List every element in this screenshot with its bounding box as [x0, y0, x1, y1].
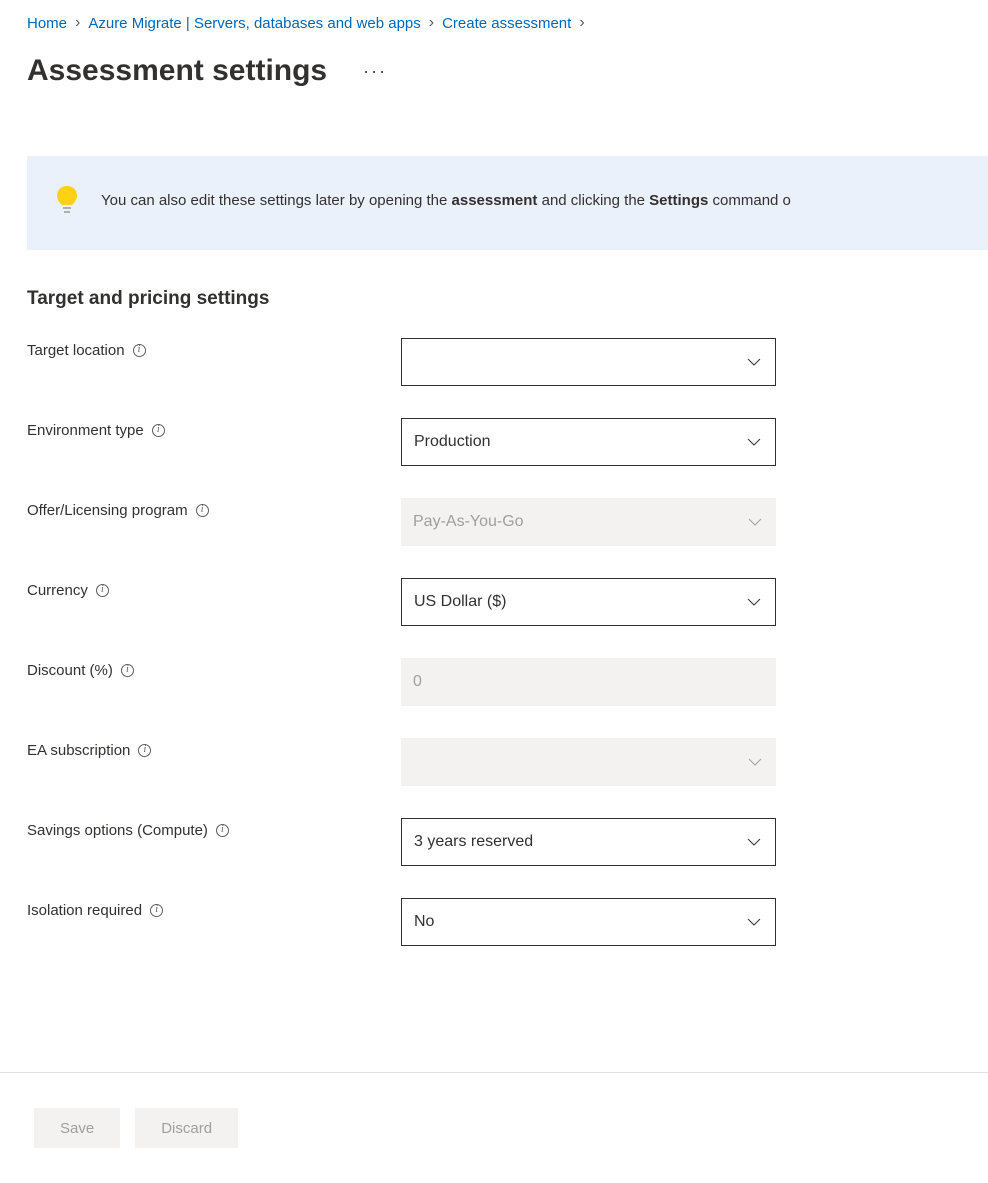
- chevron-down-icon: [747, 593, 761, 611]
- label-ea-subscription: EA subscription: [27, 742, 130, 759]
- field-target-location: Target location i: [27, 338, 988, 386]
- breadcrumb-azure-migrate[interactable]: Azure Migrate | Servers, databases and w…: [88, 15, 420, 32]
- dropdown-isolation-required[interactable]: No: [401, 898, 776, 946]
- more-menu-icon[interactable]: ···: [363, 61, 387, 82]
- discard-button[interactable]: Discard: [135, 1108, 238, 1148]
- chevron-down-icon: [747, 433, 761, 451]
- chevron-right-icon: ›: [579, 14, 584, 32]
- breadcrumb: Home › Azure Migrate | Servers, database…: [0, 0, 988, 44]
- label-currency: Currency: [27, 582, 88, 599]
- info-banner: You can also edit these settings later b…: [27, 156, 988, 250]
- field-environment-type: Environment type i Production: [27, 418, 988, 466]
- chevron-down-icon: [748, 753, 762, 771]
- banner-text: You can also edit these settings later b…: [101, 192, 791, 209]
- info-icon[interactable]: i: [121, 664, 134, 677]
- dropdown-offer-licensing: Pay-As-You-Go: [401, 498, 776, 546]
- info-icon[interactable]: i: [138, 744, 151, 757]
- dropdown-target-location[interactable]: [401, 338, 776, 386]
- chevron-down-icon: [748, 513, 762, 531]
- info-icon[interactable]: i: [133, 344, 146, 357]
- info-icon[interactable]: i: [96, 584, 109, 597]
- lightbulb-icon: [55, 184, 79, 216]
- label-environment-type: Environment type: [27, 422, 144, 439]
- field-isolation-required: Isolation required i No: [27, 898, 988, 946]
- input-discount: 0: [401, 658, 776, 706]
- label-target-location: Target location: [27, 342, 125, 359]
- label-discount: Discount (%): [27, 662, 113, 679]
- label-isolation-required: Isolation required: [27, 902, 142, 919]
- chevron-down-icon: [747, 353, 761, 371]
- label-savings-options: Savings options (Compute): [27, 822, 208, 839]
- field-ea-subscription: EA subscription i: [27, 738, 988, 786]
- dropdown-currency[interactable]: US Dollar ($): [401, 578, 776, 626]
- dropdown-savings-options[interactable]: 3 years reserved: [401, 818, 776, 866]
- chevron-down-icon: [747, 833, 761, 851]
- info-icon[interactable]: i: [150, 904, 163, 917]
- field-currency: Currency i US Dollar ($): [27, 578, 988, 626]
- section-title-target-pricing: Target and pricing settings: [27, 288, 988, 310]
- field-savings-options: Savings options (Compute) i 3 years rese…: [27, 818, 988, 866]
- chevron-down-icon: [747, 913, 761, 931]
- dropdown-ea-subscription: [401, 738, 776, 786]
- breadcrumb-home[interactable]: Home: [27, 15, 67, 32]
- footer-actions: Save Discard: [0, 1072, 988, 1148]
- info-icon[interactable]: i: [216, 824, 229, 837]
- field-offer-licensing: Offer/Licensing program i Pay-As-You-Go: [27, 498, 988, 546]
- save-button[interactable]: Save: [34, 1108, 120, 1148]
- chevron-right-icon: ›: [75, 14, 80, 32]
- page-title: Assessment settings: [27, 54, 327, 88]
- dropdown-environment-type[interactable]: Production: [401, 418, 776, 466]
- info-icon[interactable]: i: [152, 424, 165, 437]
- field-discount: Discount (%) i 0: [27, 658, 988, 706]
- breadcrumb-create-assessment[interactable]: Create assessment: [442, 15, 571, 32]
- info-icon[interactable]: i: [196, 504, 209, 517]
- chevron-right-icon: ›: [429, 14, 434, 32]
- label-offer-licensing: Offer/Licensing program: [27, 502, 188, 519]
